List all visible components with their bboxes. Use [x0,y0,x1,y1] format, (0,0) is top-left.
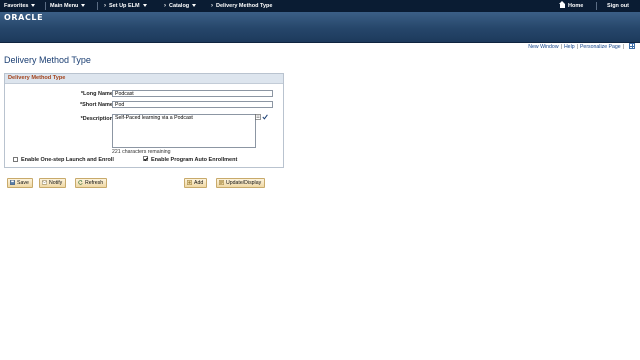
refresh-button[interactable]: Refresh [75,178,108,188]
breadcrumb-arrow-icon: › [104,3,106,9]
nav-divider [596,2,597,10]
sign-out-label: Sign out [607,3,629,9]
favorites-label: Favorites [4,3,29,9]
personalize-page-link[interactable]: Personalize Page [580,44,621,50]
notify-button[interactable]: Notify [39,178,67,188]
description-label: *Description [80,116,113,122]
delivery-method-group-box: Delivery Method Type *Long Name *Short N… [4,73,284,168]
save-label: Save [17,180,29,186]
help-link[interactable]: Help [564,44,575,50]
link-divider: | [560,44,562,50]
grid-icon[interactable] [629,43,635,49]
breadcrumb-set-up-elm[interactable]: › Set Up ELM [104,0,147,12]
new-window-link[interactable]: New Window [528,44,558,50]
expand-text-icon[interactable] [255,114,261,120]
refresh-icon [78,180,83,185]
page-links: New Window | Help | Personalize Page | [528,43,635,50]
chevron-down-icon [192,4,197,8]
spell-check-icon[interactable] [262,114,268,120]
breadcrumb-label: Set Up ELM [109,3,140,9]
update-display-label: Update/Display [226,180,262,186]
add-icon [187,180,192,185]
program-auto-enrollment-checkbox[interactable] [143,156,148,161]
page-title: Delivery Method Type [4,55,91,65]
program-auto-enrollment-label: Enable Program Auto Enrollment [151,157,238,163]
nav-divider [97,2,98,10]
breadcrumb-current: › Delivery Method Type [211,0,272,12]
chevron-down-icon [31,4,36,8]
top-nav-bar: Favorites Main Menu › Set Up ELM › Catalog… [0,0,640,12]
breadcrumb-arrow-icon: › [211,3,213,9]
link-divider: | [622,44,624,50]
save-icon [10,180,15,185]
breadcrumb-label: Delivery Method Type [216,3,273,9]
nav-divider [45,2,46,10]
envelope-icon [42,180,47,185]
add-label: Add [194,180,204,186]
description-textarea[interactable]: Self-Paced learning via a Podcast [112,114,256,148]
long-name-input[interactable] [112,90,273,97]
breadcrumb-label: Catalog [169,3,190,9]
chevron-down-icon [81,4,86,8]
one-step-launch-label: Enable One-step Launch and Enroll [21,157,114,163]
home-icon [559,1,566,8]
breadcrumb-arrow-icon: › [164,3,166,9]
save-button[interactable]: Save [7,178,33,188]
main-menu-label: Main Menu [50,3,79,9]
group-box-title: Delivery Method Type [5,74,283,84]
favorites-menu[interactable]: Favorites [4,0,36,12]
characters-remaining: 221 characters remaining [112,149,171,155]
one-step-launch-checkbox[interactable] [13,157,18,162]
short-name-input[interactable] [112,101,273,108]
link-divider: | [576,44,578,50]
home-label: Home [568,3,584,9]
refresh-label: Refresh [85,180,104,186]
long-name-label: *Long Name [80,91,113,97]
breadcrumb-catalog[interactable]: › Catalog [164,0,197,12]
update-display-icon [219,180,224,185]
oracle-logo: ORACLE [4,13,44,22]
notify-label: Notify [49,180,63,186]
chevron-down-icon [142,4,147,8]
short-name-label: *Short Name [79,102,113,108]
header-banner: ORACLE [0,12,640,43]
sign-out-link[interactable]: Sign out [607,0,629,12]
home-link[interactable]: Home [559,0,583,12]
main-menu[interactable]: Main Menu [50,0,86,12]
add-button[interactable]: Add [184,178,208,188]
update-display-button[interactable]: Update/Display [216,178,266,188]
